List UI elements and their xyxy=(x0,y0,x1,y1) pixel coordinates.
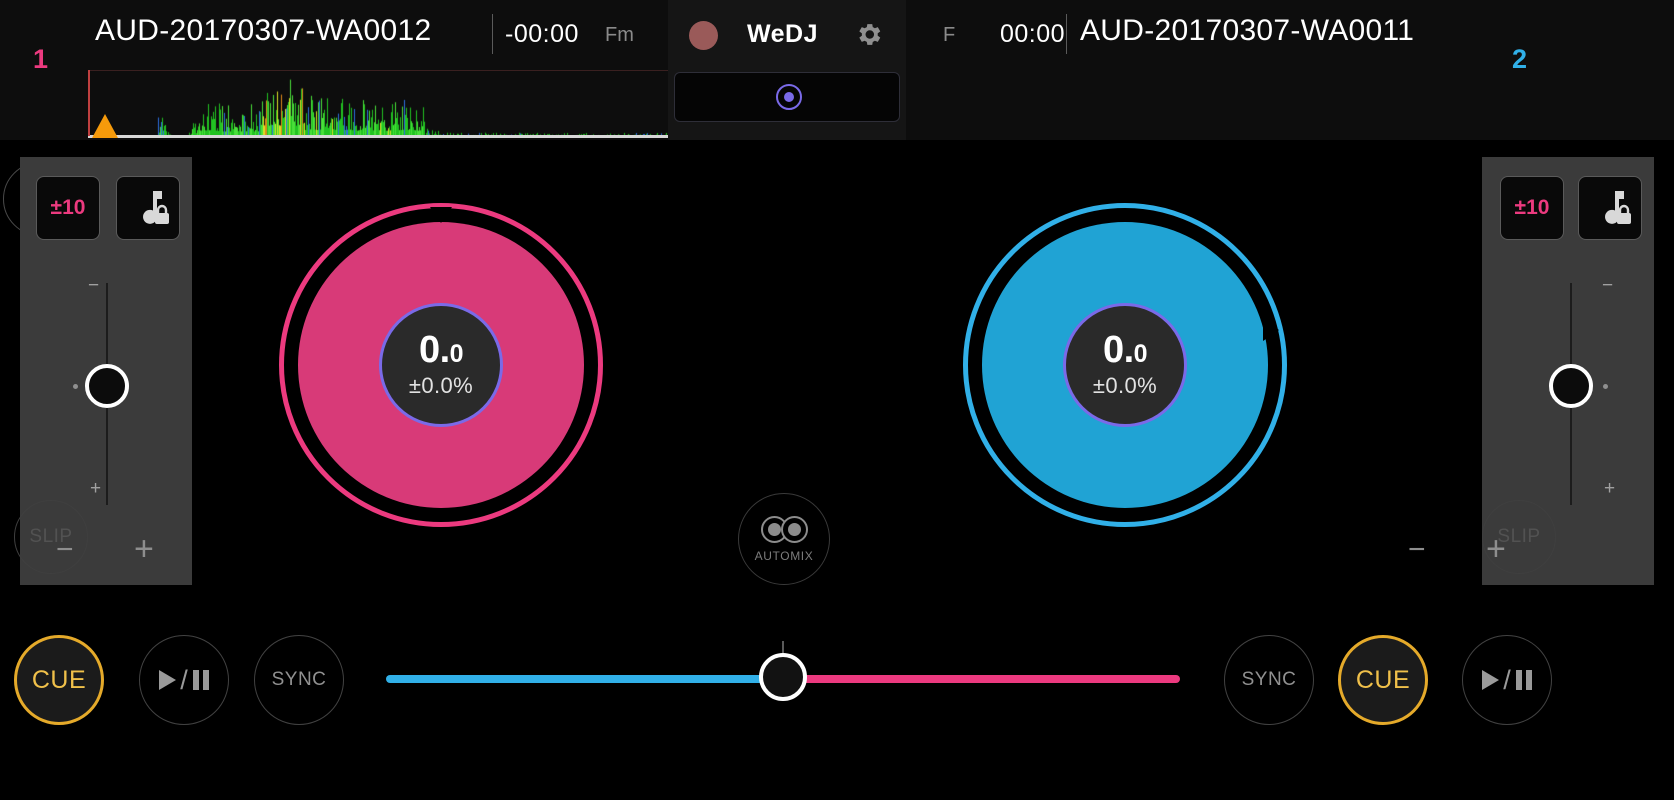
deck1-tempo-minus-label: − xyxy=(88,275,100,296)
deck2-pitch-bend-down-icon[interactable]: − xyxy=(1408,535,1426,565)
deck1-tempo-center-dot xyxy=(73,384,78,389)
center-header-panel: WeDJ xyxy=(668,0,906,140)
deck1-tempo-percent: ±0.0% xyxy=(408,373,474,398)
deck2-bpm-value: 0.0 xyxy=(1102,329,1148,371)
deck1-play-pause-button[interactable]: / xyxy=(139,635,229,725)
deck2-jog-wheel[interactable]: 0.0 ±0.0% xyxy=(963,203,1287,527)
deck1-keylock-button[interactable] xyxy=(116,176,180,240)
app-logo-text: WeDJ xyxy=(747,20,819,48)
automix-button[interactable]: AUTOMIX xyxy=(738,493,830,585)
deck2-pitch-bend-up-icon[interactable]: + xyxy=(1486,532,1506,566)
deck2-tempo-plus-label: + xyxy=(1604,478,1616,499)
deck2-tempo-range-label: ±10 xyxy=(1514,196,1550,219)
deck1-tempo-range-label: ±10 xyxy=(50,196,86,219)
deck2-sync-button[interactable]: SYNC xyxy=(1224,635,1314,725)
deck2-time[interactable]: 00:00 xyxy=(1000,20,1065,49)
crossfader-center-tick xyxy=(782,641,784,653)
deck1-number: 1 xyxy=(33,44,49,74)
deck2-bpm-display[interactable]: 0.0 ±0.0% xyxy=(1063,303,1187,427)
deck2-track-title[interactable]: AUD-20170307-WA0011 xyxy=(1080,14,1414,48)
deck1-track-title[interactable]: AUD-20170307-WA0012 xyxy=(95,14,431,48)
deck2-tempo-range-button[interactable]: ±10 xyxy=(1500,176,1564,240)
deck1-bpm-value: 0.0 xyxy=(418,329,464,371)
deck1-playhead xyxy=(88,70,90,136)
deck1-jog-wheel[interactable]: 0.0 ±0.0% xyxy=(279,203,603,527)
mix-panel[interactable] xyxy=(674,72,900,122)
deck2-sync-label: SYNC xyxy=(1241,669,1297,690)
deck2-jog-position-marker-icon xyxy=(1263,319,1279,341)
record-dot-icon[interactable] xyxy=(689,21,718,50)
target-circle-icon[interactable] xyxy=(776,84,802,110)
deck2-title-row: F 00:00 AUD-20170307-WA0011 xyxy=(906,0,1674,70)
deck1-waveform-baseline xyxy=(88,135,668,138)
deck2-tempo-center-dot xyxy=(1603,384,1608,389)
deck1-title-row: AUD-20170307-WA0012 -00:00 Fm xyxy=(0,0,668,70)
deck1-waveform[interactable] xyxy=(88,70,668,138)
deck1-tempo-range-button[interactable]: ±10 xyxy=(36,176,100,240)
deck1-jog-position-marker-icon xyxy=(430,207,452,223)
deck1-header: AUD-20170307-WA0012 -00:00 Fm xyxy=(0,0,669,140)
deck2-number: 2 xyxy=(1512,44,1528,74)
deck1-time[interactable]: -00:00 xyxy=(505,20,579,49)
wedj-app-window: AUD-20170307-WA0012 -00:00 Fm WeDJ F 00:… xyxy=(0,0,1674,800)
gear-icon[interactable] xyxy=(853,19,884,50)
top-bar: AUD-20170307-WA0012 -00:00 Fm WeDJ F 00:… xyxy=(0,0,1674,140)
deck2-cue-label: CUE xyxy=(1355,665,1411,694)
deck2-tempo-percent: ±0.0% xyxy=(1092,373,1158,398)
two-circles-icon xyxy=(760,515,808,543)
crossfader-left-track xyxy=(386,675,783,683)
music-note-lock-icon xyxy=(143,191,169,224)
crossfader[interactable] xyxy=(386,641,1180,701)
deck1-slip-button[interactable]: SLIP xyxy=(14,500,88,574)
play-pause-icon: / xyxy=(159,665,209,696)
deck1-bpm-display[interactable]: 0.0 ±0.0% xyxy=(379,303,503,427)
deck1-divider xyxy=(492,14,493,54)
music-note-lock-icon xyxy=(1605,191,1631,224)
deck1-pitch-bend-down-icon[interactable]: − xyxy=(56,535,74,565)
deck1-tempo-slider-knob[interactable] xyxy=(85,364,129,408)
deck1-pitch-bend-up-icon[interactable]: + xyxy=(134,532,154,566)
deck2-cue-button[interactable]: CUE xyxy=(1338,635,1428,725)
crossfader-knob[interactable] xyxy=(759,653,807,701)
deck2-header: F 00:00 AUD-20170307-WA0011 xyxy=(906,0,1674,140)
play-pause-icon: / xyxy=(1482,665,1532,696)
deck1-cue-button[interactable]: CUE xyxy=(14,635,104,725)
automix-circle-right xyxy=(780,515,808,543)
deck1-waveform-topline xyxy=(88,70,668,71)
deck2-play-pause-button[interactable]: / xyxy=(1462,635,1552,725)
deck2-keylock-button[interactable] xyxy=(1578,176,1642,240)
deck1-tempo-plus-label: + xyxy=(90,478,102,499)
deck1-time-mode[interactable]: Fm xyxy=(605,24,634,47)
deck2-divider xyxy=(1066,14,1067,54)
deck2-time-mode[interactable]: F xyxy=(943,24,955,47)
deck1-sync-button[interactable]: SYNC xyxy=(254,635,344,725)
deck2-tempo-slider-knob[interactable] xyxy=(1549,364,1593,408)
deck2-tempo-minus-label: − xyxy=(1602,275,1614,296)
automix-label: AUTOMIX xyxy=(754,548,814,563)
crossfader-right-track xyxy=(783,675,1180,683)
deck1-cue-marker-icon xyxy=(92,114,118,138)
deck1-sync-label: SYNC xyxy=(271,669,327,690)
deck1-cue-label: CUE xyxy=(31,665,87,694)
deck1-waveform-canvas xyxy=(88,72,668,138)
